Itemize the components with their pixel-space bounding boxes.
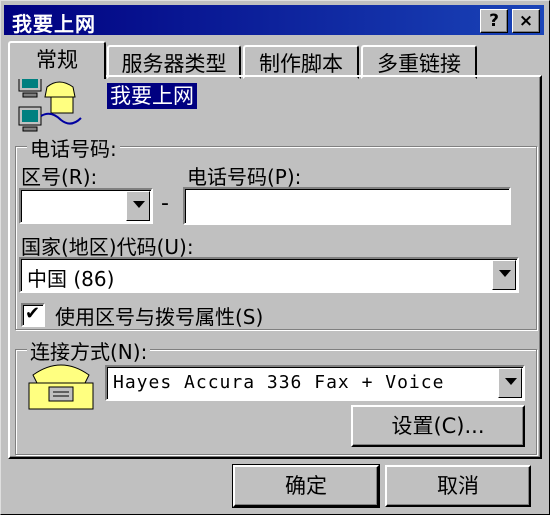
area-phone-separator: - bbox=[161, 191, 169, 216]
country-code-label: 国家(地区)代码(U): bbox=[21, 235, 194, 259]
country-code-combobox[interactable]: 中国 (86) bbox=[19, 257, 519, 293]
configure-button[interactable]: 设置(C)... bbox=[351, 405, 525, 447]
device-dropdown-arrow-icon[interactable] bbox=[498, 368, 522, 398]
phone-number-label: 电话号码(P): bbox=[187, 165, 302, 189]
network-connection-icon bbox=[18, 72, 82, 132]
ok-button[interactable]: 确定 bbox=[232, 464, 380, 508]
tab-general[interactable]: 常规 bbox=[8, 41, 106, 79]
area-code-label: 区号(R): bbox=[21, 165, 98, 189]
connection-name[interactable]: 我要上网 bbox=[107, 83, 197, 109]
dialog-window: 我要上网 ? × 常规 服务器类型 制作脚本 多重链接 我要上网 电话号码: 区… bbox=[0, 0, 550, 515]
use-area-code-label[interactable]: 使用区号与拨号属性(S) bbox=[55, 301, 263, 330]
modem-phone-icon bbox=[28, 364, 94, 410]
help-button[interactable]: ? bbox=[480, 9, 508, 33]
tab-multilink[interactable]: 多重链接 bbox=[361, 45, 477, 79]
tab-server-type[interactable]: 服务器类型 bbox=[107, 45, 241, 79]
phone-number-input[interactable] bbox=[183, 187, 511, 225]
area-code-dropdown-arrow-icon[interactable] bbox=[126, 191, 150, 221]
use-area-code-checkbox[interactable]: ✔ bbox=[21, 303, 45, 327]
area-code-combobox[interactable] bbox=[19, 188, 153, 224]
tab-script[interactable]: 制作脚本 bbox=[243, 45, 359, 79]
title-bar[interactable]: 我要上网 ? × bbox=[4, 5, 544, 36]
checkmark-icon: ✔ bbox=[25, 303, 41, 324]
cancel-button[interactable]: 取消 bbox=[385, 465, 531, 507]
country-dropdown-arrow-icon[interactable] bbox=[492, 260, 516, 290]
device-value: Hayes Accura 336 Fax + Voice bbox=[113, 372, 445, 393]
device-combobox[interactable]: Hayes Accura 336 Fax + Voice bbox=[105, 365, 525, 401]
country-code-value: 中国 (86) bbox=[27, 267, 115, 291]
close-button[interactable]: × bbox=[512, 9, 540, 33]
phone-group-legend: 电话号码: bbox=[27, 133, 120, 162]
window-title: 我要上网 bbox=[12, 12, 96, 36]
